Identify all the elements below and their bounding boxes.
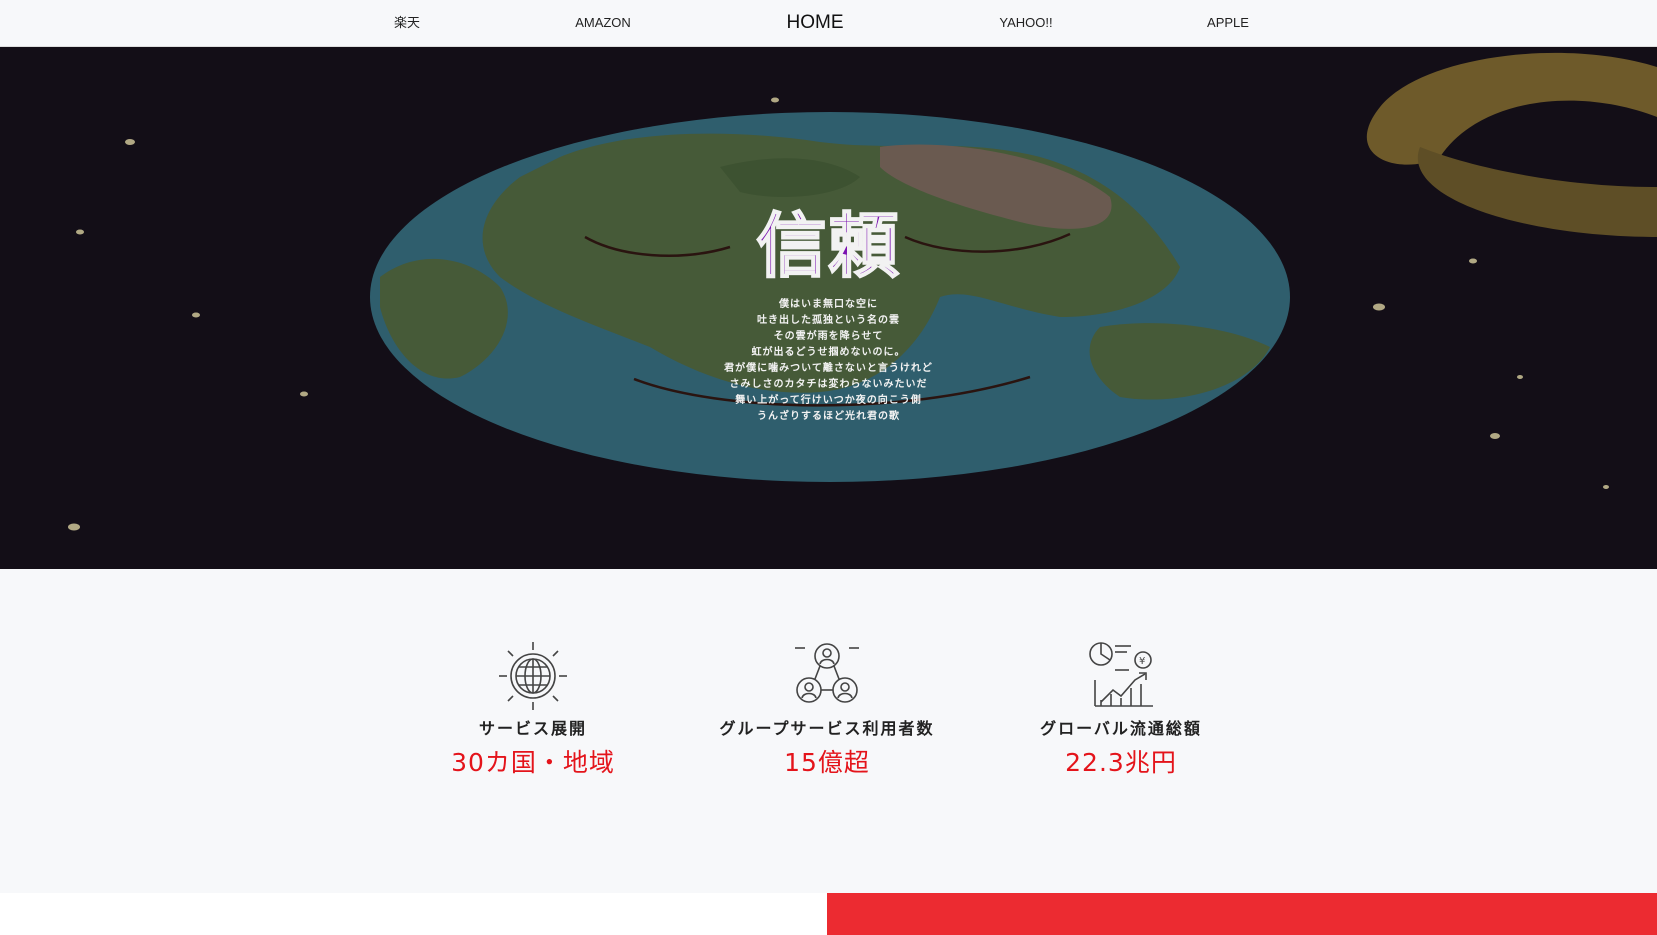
top-navigation: 楽天 AMAZON HOME YAHOO!! APPLE <box>0 0 1657 47</box>
nav-link-apple[interactable]: APPLE <box>1207 0 1249 46</box>
poem-line: さみしさのカタチは変わらないみたいだ <box>729 379 928 390</box>
nav-link-yahoo[interactable]: YAHOO!! <box>999 0 1052 46</box>
stat-label: グローバル流通総額 <box>1040 719 1202 738</box>
globe-icon <box>499 642 567 710</box>
stat-label: サービス展開 <box>478 719 587 738</box>
footer-left-band <box>0 893 827 935</box>
poem-line: うんざりするほど光れ君の歌 <box>757 411 900 422</box>
poem-line: 君が僕に噛みついて離さないと言うけれど <box>724 363 933 374</box>
stat-label: グループサービス利用者数 <box>719 719 935 738</box>
svg-text:¥: ¥ <box>1139 656 1145 667</box>
stat-global-gmv: ¥ グローバル流通総額 22.3兆円 <box>1001 640 1241 778</box>
stat-group-users: グループサービス利用者数 15億超 <box>707 640 947 778</box>
poem-line: 吐き出した孤独という名の雲 <box>757 315 900 326</box>
stat-value: 15億超 <box>784 748 870 777</box>
poem-line: 虹が出るどうせ掴めないのに。 <box>751 347 906 358</box>
hero-banner: 信頼 僕はいま無口な空に 吐き出した孤独という名の雲 その雲が雨を降らせて 虹が… <box>0 47 1657 569</box>
poem-line: その雲が雨を降らせて <box>773 331 884 342</box>
hero-poem: 僕はいま無口な空に 吐き出した孤独という名の雲 その雲が雨を降らせて 虹が出るど… <box>0 297 1657 425</box>
stat-service-expansion: サービス展開 30カ国・地域 <box>413 640 653 778</box>
poem-line: 僕はいま無口な空に <box>779 299 878 310</box>
nav-link-home[interactable]: HOME <box>787 0 844 46</box>
hero-title: 信頼 <box>756 205 901 287</box>
nav-link-amazon[interactable]: AMAZON <box>575 0 631 46</box>
stat-value: 22.3兆円 <box>1065 748 1177 777</box>
footer-red-band <box>827 893 1657 935</box>
stat-value: 30カ国・地域 <box>451 748 615 777</box>
users-network-icon <box>795 643 859 703</box>
nav-link-rakuten[interactable]: 楽天 <box>394 0 420 46</box>
poem-line: 舞い上がって行けいつか夜の向こう側 <box>735 395 922 406</box>
growth-chart-icon: ¥ <box>1089 642 1153 707</box>
